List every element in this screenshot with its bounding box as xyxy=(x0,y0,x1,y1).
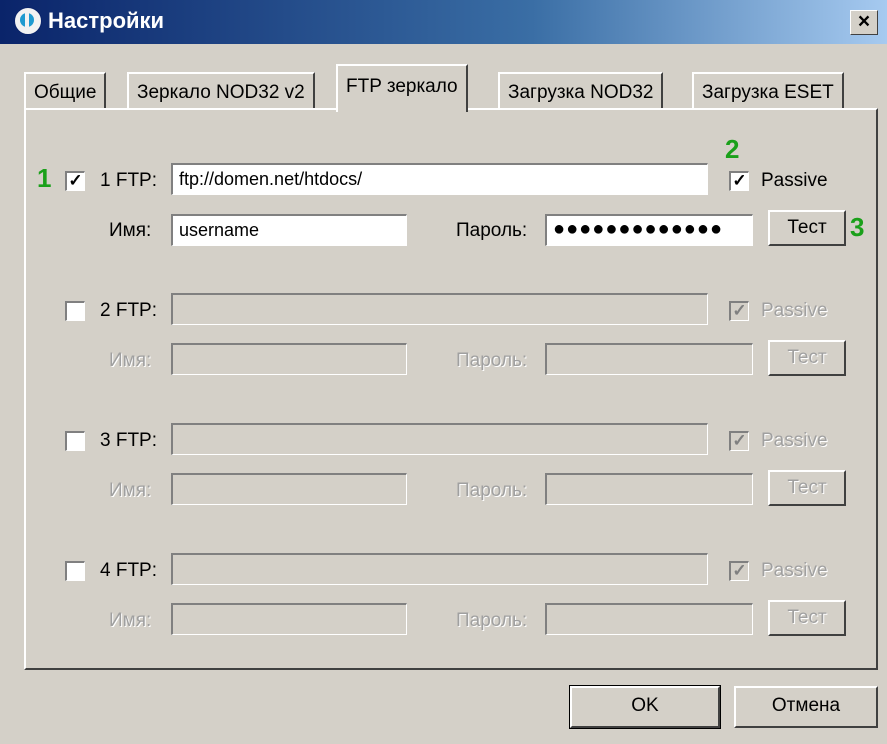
ftp2-user-label: Имя: xyxy=(109,350,152,371)
tab-mirror-nod32-v2[interactable]: Зеркало NOD32 v2 xyxy=(127,72,315,110)
ftp1-enable-checkbox[interactable]: ✓ xyxy=(65,171,85,191)
annotation-2: 2 xyxy=(725,134,740,164)
ftp1-passive-label: Passive xyxy=(761,170,828,191)
ftp2-test-button[interactable]: Тест xyxy=(768,340,846,376)
ftp1-label: 1 FTP: xyxy=(100,170,158,191)
ftp4-label: 4 FTP: xyxy=(100,560,158,581)
ftp1-password-label: Пароль: xyxy=(456,220,528,241)
ftp3-password-label: Пароль: xyxy=(456,480,528,501)
ftp4-password-input[interactable] xyxy=(545,603,753,635)
ftp3-passive-label: Passive xyxy=(761,430,828,451)
annotation-3: 3 xyxy=(850,212,865,242)
ftp2-url-input[interactable] xyxy=(171,293,708,325)
annotation-1: 1 xyxy=(37,163,52,193)
tab-ftp-mirror[interactable]: FTP зеркало xyxy=(336,64,468,112)
ftp2-username-input[interactable] xyxy=(171,343,407,375)
ftp3-username-input[interactable] xyxy=(171,473,407,505)
ftp3-password-input[interactable] xyxy=(545,473,753,505)
ftp1-passive-checkbox[interactable]: ✓ xyxy=(729,171,749,191)
close-button[interactable]: × xyxy=(850,10,878,35)
ftp1-user-label: Имя: xyxy=(109,220,152,241)
ftp2-password-label: Пароль: xyxy=(456,350,528,371)
ftp4-password-label: Пароль: xyxy=(456,610,528,631)
ftp4-enable-checkbox[interactable] xyxy=(65,561,85,581)
ftp2-label: 2 FTP: xyxy=(100,300,158,321)
ftp1-password-input[interactable]: ●●●●●●●●●●●●● xyxy=(545,214,753,246)
tab-download-nod32[interactable]: Загрузка NOD32 xyxy=(498,72,664,110)
ftp3-passive-checkbox[interactable]: ✓ xyxy=(729,431,749,451)
ftp4-passive-checkbox[interactable]: ✓ xyxy=(729,561,749,581)
ftp1-username-input[interactable]: username xyxy=(171,214,407,246)
window-title: Настройки xyxy=(48,8,165,33)
ftp2-password-input[interactable] xyxy=(545,343,753,375)
ftp3-label: 3 FTP: xyxy=(100,430,158,451)
ftp3-enable-checkbox[interactable] xyxy=(65,431,85,451)
ftp4-passive-label: Passive xyxy=(761,560,828,581)
ftp4-username-input[interactable] xyxy=(171,603,407,635)
ok-button[interactable]: OK xyxy=(569,685,721,729)
ftp1-url-input[interactable]: ftp://domen.net/htdocs/ xyxy=(171,163,708,195)
app-logo-icon xyxy=(14,7,42,35)
tab-download-eset[interactable]: Загрузка ESET xyxy=(692,72,844,110)
ftp4-test-button[interactable]: Тест xyxy=(768,600,846,636)
tab-general[interactable]: Общие xyxy=(24,72,107,110)
ftp4-url-input[interactable] xyxy=(171,553,708,585)
ftp2-passive-label: Passive xyxy=(761,300,828,321)
ftp3-url-input[interactable] xyxy=(171,423,708,455)
ftp2-passive-checkbox[interactable]: ✓ xyxy=(729,301,749,321)
ftp3-test-button[interactable]: Тест xyxy=(768,470,846,506)
ftp2-enable-checkbox[interactable] xyxy=(65,301,85,321)
cancel-button[interactable]: Отмена xyxy=(734,686,878,728)
ftp4-user-label: Имя: xyxy=(109,610,152,631)
ftp3-user-label: Имя: xyxy=(109,480,152,501)
ftp1-test-button[interactable]: Тест xyxy=(768,210,846,246)
